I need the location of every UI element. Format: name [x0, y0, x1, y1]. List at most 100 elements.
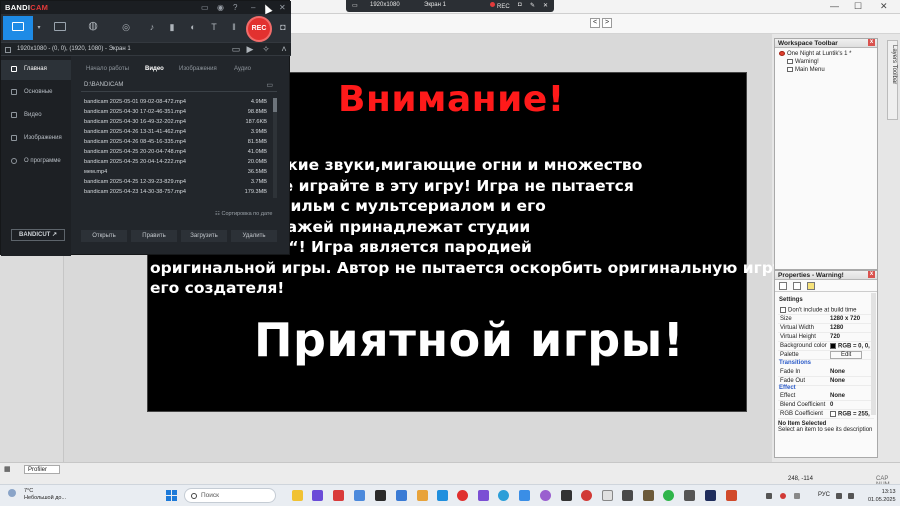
prop-row[interactable]: Virtual Height 720 — [778, 333, 874, 342]
app-icon[interactable] — [396, 490, 407, 501]
overlay-rec-status[interactable]: REC — [490, 2, 510, 10]
canvas-title-text[interactable]: Внимание! — [338, 79, 565, 120]
folder-open-icon[interactable]: ▭ — [266, 81, 273, 89]
folder-icon[interactable]: ▭ — [201, 3, 209, 12]
app-icon[interactable] — [643, 490, 654, 501]
sort-by-date-label[interactable]: ☷ Сортировка по дате — [215, 211, 272, 217]
help-icon[interactable]: ? — [233, 3, 237, 12]
prop-value[interactable]: 1280 — [830, 325, 843, 331]
tab-prev-icon[interactable]: < — [590, 18, 600, 28]
prop-row[interactable]: Fade In None — [778, 368, 874, 377]
prop-row[interactable]: RGB Coefficient RGB = 255, — [778, 410, 874, 419]
palette-edit-button[interactable]: Edit — [830, 351, 863, 359]
pencil-icon[interactable]: ✎ — [530, 2, 535, 9]
chevron-up-icon[interactable] — [766, 493, 772, 499]
bandicut-button[interactable]: BANDICUT ↗ — [11, 229, 65, 241]
color-swatch[interactable] — [830, 343, 836, 349]
close-icon[interactable]: ✕ — [880, 1, 888, 12]
language-indicator[interactable]: РУС — [818, 492, 830, 498]
app-icon[interactable] — [561, 490, 572, 501]
minimize-icon[interactable]: – — [251, 3, 255, 12]
volume-icon[interactable] — [848, 493, 854, 499]
app-icon[interactable] — [519, 490, 530, 501]
minimize-icon[interactable]: — — [830, 1, 839, 11]
upload-button[interactable]: Загрузить — [181, 230, 227, 242]
game-mode-button[interactable]: ◍ — [79, 16, 109, 40]
camera-snapshot-icon[interactable]: ◘ — [278, 22, 288, 32]
tab-images[interactable]: Изображения — [179, 66, 217, 72]
prop-row[interactable]: Virtual Width 1280 — [778, 324, 874, 333]
checkbox-icon[interactable] — [780, 307, 786, 313]
sidebar-item-video[interactable]: Видео — [1, 106, 71, 126]
app-icon[interactable] — [417, 490, 428, 501]
tree-item-application[interactable]: One Night at Luntik's 1 * — [779, 51, 852, 57]
windows-start-icon[interactable] — [166, 490, 177, 501]
profiler-tab[interactable]: Profiler — [24, 465, 60, 474]
close-icon[interactable]: ✕ — [279, 3, 286, 12]
app-icon[interactable] — [312, 490, 323, 501]
app-icon[interactable] — [684, 490, 695, 501]
edge-icon[interactable] — [498, 490, 509, 501]
webcam-icon[interactable]: ◎ — [121, 22, 131, 32]
taskbar-clock[interactable]: 13:13 01.05.2025 — [868, 488, 896, 504]
opera-icon[interactable] — [457, 490, 468, 501]
window-icon[interactable]: ▭ — [231, 44, 241, 54]
delete-button[interactable]: Удалить — [231, 230, 277, 242]
prop-value[interactable]: RGB = 0, 0, — [830, 343, 870, 350]
color-swatch[interactable] — [830, 411, 836, 417]
file-row[interactable]: bandicam 2025-04-25 20-20-04-748.mp4 41.0… — [81, 147, 273, 157]
yandex-icon[interactable] — [333, 490, 344, 501]
grid-icon[interactable]: ▦ — [4, 465, 11, 473]
output-folder-path[interactable]: D:\BANDICAM ▭ — [81, 79, 277, 92]
sidebar-item-about[interactable]: О программе — [1, 152, 71, 172]
file-row[interactable]: bandicam 2025-04-25 12-39-23-829.mp4 3.7M… — [81, 177, 273, 187]
hdmi-mode-button[interactable] — [45, 16, 75, 40]
text-overlay-icon[interactable]: T — [209, 22, 219, 32]
screen-mode-button[interactable] — [3, 16, 33, 40]
rec-button[interactable]: REC — [246, 16, 272, 42]
tab-video[interactable]: Видео — [145, 66, 164, 72]
whatsapp-icon[interactable] — [663, 490, 674, 501]
file-explorer-icon[interactable] — [292, 490, 303, 501]
app-icon[interactable] — [478, 490, 489, 501]
open-button[interactable]: Открыть — [81, 230, 127, 242]
events-tab-icon[interactable] — [807, 282, 815, 290]
file-row[interactable]: bandicam 2025-04-30 16-49-32-202.mp4 187.… — [81, 117, 273, 127]
file-row[interactable]: bandicam 2025-04-26 13-31-41-462.mp4 3.9M… — [81, 127, 273, 137]
prop-row[interactable]: Effect None — [778, 392, 874, 401]
app-icon[interactable] — [622, 490, 633, 501]
settings-icon[interactable]: ✧ — [261, 44, 271, 54]
prop-row[interactable]: Blend Coefficient 0 — [778, 401, 874, 410]
app-icon[interactable] — [602, 490, 613, 501]
file-row[interactable]: bandicam 2025-04-30 17-02-46-351.mp4 98.8… — [81, 107, 273, 117]
app-icon[interactable] — [354, 490, 365, 501]
properties-scrollbar[interactable] — [871, 293, 876, 415]
prop-row[interactable]: Size 1280 x 720 — [778, 315, 874, 324]
prop-row[interactable]: Palette Edit — [778, 351, 874, 360]
settings-tab-icon[interactable] — [779, 282, 787, 290]
pause-icon[interactable]: ‖ — [229, 22, 239, 32]
sidebar-item-images[interactable]: Изображения — [1, 129, 71, 149]
tab-next-icon[interactable]: > — [602, 18, 612, 28]
lock-icon[interactable]: ◉ — [217, 3, 224, 12]
speaker-icon[interactable]: ♪ — [147, 22, 157, 32]
bandicam-taskbar-icon[interactable] — [581, 490, 592, 501]
tab-audio[interactable]: Аудио — [234, 66, 251, 72]
app-tray-icon[interactable] — [794, 493, 800, 499]
app-icon[interactable] — [375, 490, 386, 501]
video-icon[interactable]: ▶ — [245, 44, 255, 54]
sidebar-item-general[interactable]: Основные — [1, 83, 71, 103]
app-icon[interactable] — [437, 490, 448, 501]
tree-item-frame-main-menu[interactable]: Main Menu — [787, 67, 825, 73]
file-row[interactable]: bandicam 2025-04-26 08-45-16-335.mp4 81.5… — [81, 137, 273, 147]
close-icon[interactable]: ✕ — [543, 2, 548, 9]
prop-value[interactable]: 720 — [830, 334, 840, 340]
app-icon[interactable] — [540, 490, 551, 501]
wifi-icon[interactable] — [836, 493, 842, 499]
taskbar-search[interactable]: Поиск — [184, 488, 276, 503]
photoshop-icon[interactable] — [705, 490, 716, 501]
file-list-scrollbar[interactable] — [273, 98, 277, 198]
layers-toolbar-tab[interactable]: Layers Toolbar — [887, 40, 898, 120]
runtime-tab-icon[interactable] — [793, 282, 801, 290]
close-icon[interactable]: x — [868, 39, 875, 46]
